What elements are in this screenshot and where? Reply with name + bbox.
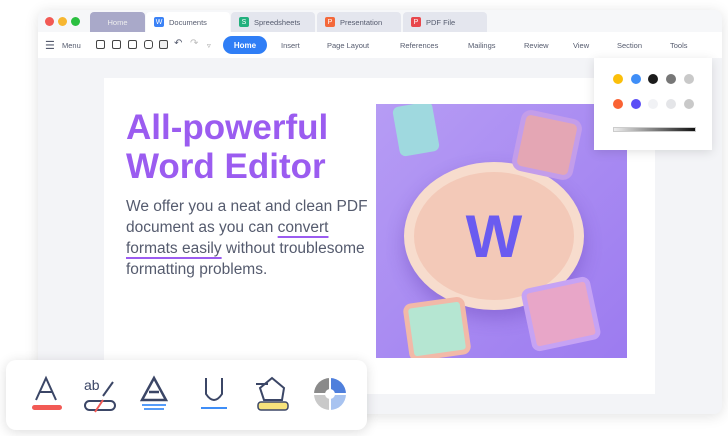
ribbon-tab-section[interactable]: Section bbox=[617, 41, 642, 50]
color-swatch[interactable] bbox=[631, 99, 641, 109]
close-window-button[interactable] bbox=[45, 17, 54, 26]
font-color-icon[interactable] bbox=[28, 374, 64, 414]
text-outline-icon[interactable] bbox=[136, 374, 172, 414]
print-icon[interactable] bbox=[144, 40, 153, 49]
toolbar: ☰ Menu ↶ ↷ ▿ Home Insert Page Layout Ref… bbox=[38, 32, 722, 58]
clear-format-icon[interactable]: ab bbox=[81, 374, 117, 414]
tab-spreadsheets[interactable]: S Spreedsheets bbox=[231, 12, 315, 32]
color-swatch[interactable] bbox=[666, 74, 676, 84]
ribbon-tab-page-layout[interactable]: Page Layout bbox=[327, 41, 369, 50]
document-page[interactable]: All-powerful Word Editor We offer you a n… bbox=[104, 78, 655, 394]
ribbon-tab-review[interactable]: Review bbox=[524, 41, 549, 50]
tab-label: Presentation bbox=[340, 17, 383, 27]
color-swatch[interactable] bbox=[613, 74, 623, 84]
bag-tile-icon bbox=[391, 104, 441, 158]
tab-label: Home bbox=[107, 17, 128, 27]
tab-presentation[interactable]: P Presentation bbox=[317, 12, 401, 32]
spreadsheet-icon: S bbox=[239, 17, 249, 27]
word-icon: W bbox=[154, 17, 164, 27]
document-title: All-powerful Word Editor bbox=[126, 108, 329, 186]
hamburger-icon[interactable]: ☰ bbox=[45, 39, 55, 52]
tab-label: PDF File bbox=[426, 17, 456, 27]
tab-home[interactable]: Home bbox=[90, 12, 145, 32]
text-tile-icon bbox=[510, 108, 584, 182]
presentation-icon: P bbox=[325, 17, 335, 27]
color-swatch[interactable] bbox=[631, 74, 641, 84]
color-swatch[interactable] bbox=[648, 99, 658, 109]
color-picker-popup bbox=[594, 58, 712, 150]
svg-text:ab: ab bbox=[84, 377, 100, 393]
maximize-window-button[interactable] bbox=[71, 17, 80, 26]
ribbon-tab-view[interactable]: View bbox=[573, 41, 589, 50]
ribbon-tab-home[interactable]: Home bbox=[223, 36, 267, 54]
color-swatch[interactable] bbox=[613, 99, 623, 109]
color-swatch[interactable] bbox=[684, 99, 694, 109]
color-swatch[interactable] bbox=[684, 74, 694, 84]
color-wheel-icon[interactable] bbox=[312, 374, 348, 414]
undo-icon[interactable]: ↶ bbox=[174, 38, 182, 49]
export-icon[interactable] bbox=[128, 40, 137, 49]
save-icon[interactable] bbox=[112, 40, 121, 49]
tab-label: Spreedsheets bbox=[254, 17, 301, 27]
tab-documents[interactable]: W Documents bbox=[146, 12, 230, 32]
underline-icon[interactable] bbox=[196, 374, 232, 414]
menu-button[interactable]: Menu bbox=[62, 41, 81, 50]
color-swatch[interactable] bbox=[648, 74, 658, 84]
format-toolbar: ab bbox=[6, 360, 367, 430]
print-preview-icon[interactable] bbox=[159, 40, 168, 49]
tab-pdf-file[interactable]: P PDF File bbox=[403, 12, 487, 32]
ribbon-tab-insert[interactable]: Insert bbox=[281, 41, 300, 50]
more-dropdown-icon[interactable]: ▿ bbox=[207, 41, 211, 50]
minimize-window-button[interactable] bbox=[58, 17, 67, 26]
pdf-icon: P bbox=[411, 17, 421, 27]
document-paragraph: We offer you a neat and clean PDF docume… bbox=[126, 198, 368, 278]
color-swatch[interactable] bbox=[666, 99, 676, 109]
ribbon-tab-references[interactable]: References bbox=[400, 41, 438, 50]
highlighter-icon[interactable] bbox=[254, 374, 290, 414]
illustration: W bbox=[376, 104, 627, 358]
open-folder-icon[interactable] bbox=[96, 40, 105, 49]
play-tile-icon bbox=[402, 295, 472, 358]
tab-label: Documents bbox=[169, 17, 207, 27]
image-tile-icon bbox=[520, 275, 602, 353]
ribbon-tab-tools[interactable]: Tools bbox=[670, 41, 688, 50]
redo-icon[interactable]: ↷ bbox=[190, 38, 198, 49]
tab-bar: Home W Documents S Spreedsheets P Presentat… bbox=[38, 10, 722, 32]
ribbon-tab-mailings[interactable]: Mailings bbox=[468, 41, 496, 50]
brightness-slider[interactable] bbox=[613, 127, 696, 132]
